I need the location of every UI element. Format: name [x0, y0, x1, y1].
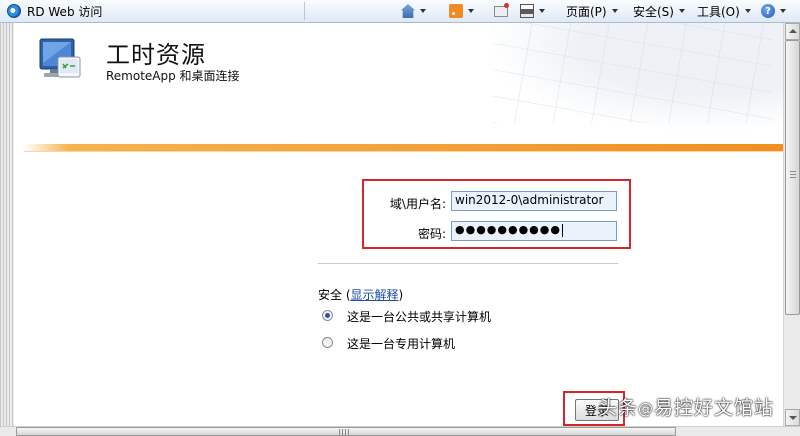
tab-divider	[304, 2, 305, 20]
print-button[interactable]	[520, 0, 545, 22]
help-button[interactable]: ?	[761, 0, 786, 22]
private-computer-label: 这是一台专用计算机	[347, 337, 456, 351]
safety-menu-label: 安全(S)	[633, 4, 674, 19]
show-explanation-link[interactable]: 显示解释	[351, 288, 399, 302]
page-left-border	[0, 23, 14, 426]
browser-tab[interactable]: RD Web 访问	[0, 0, 300, 22]
security-label-close: )	[398, 288, 404, 302]
rss-feed-icon	[449, 4, 463, 18]
public-computer-label: 这是一台公共或共享计算机	[347, 310, 492, 324]
safety-menu[interactable]: 安全(S)	[633, 0, 685, 22]
rss-feed-button[interactable]	[449, 0, 474, 22]
username-label: 域\用户名:	[389, 197, 446, 211]
chevron-down-icon	[678, 9, 685, 13]
page-menu-label: 页面(P)	[566, 4, 607, 19]
page-menu[interactable]: 页面(P)	[566, 0, 618, 22]
password-label: 密码:	[417, 227, 446, 241]
web-page: 工时资源 RemoteApp 和桌面连接 域\用户名: win2012-0\ad…	[0, 23, 783, 426]
browser-tab-title: RD Web 访问	[27, 4, 103, 19]
horizontal-scrollbar[interactable]	[0, 426, 800, 436]
print-icon	[520, 4, 534, 18]
chevron-down-icon	[539, 9, 545, 13]
form-divider	[318, 263, 618, 264]
help-icon: ?	[761, 4, 775, 18]
scroll-down-arrow[interactable]	[785, 409, 800, 426]
chevron-down-icon	[744, 9, 751, 13]
horizontal-scroll-thumb[interactable]	[16, 427, 676, 436]
scroll-up-arrow[interactable]	[785, 23, 800, 40]
read-mail-icon	[494, 2, 509, 17]
chevron-down-icon	[611, 9, 618, 13]
security-heading: 安全 (显示解释)	[318, 286, 403, 303]
scroll-thumb-grip	[790, 171, 796, 179]
chevron-down-icon	[468, 9, 474, 13]
vertical-scrollbar[interactable]	[783, 23, 800, 426]
browser-command-bar: RD Web 访问 页面(P) 安全(S) 工具(O) ?	[0, 0, 800, 23]
watermark-overlay: 头条@易控好文馆站	[598, 393, 774, 420]
remoteapp-monitor-icon	[39, 38, 81, 78]
internet-explorer-icon	[7, 4, 21, 18]
page-subtitle: RemoteApp 和桌面连接	[106, 69, 240, 83]
chevron-down-icon	[780, 9, 786, 13]
chevron-down-icon	[420, 9, 426, 13]
tools-menu-label: 工具(O)	[697, 4, 740, 19]
read-mail-button[interactable]	[494, 0, 509, 22]
home-button[interactable]	[401, 0, 426, 22]
globe-grid-decoration	[493, 23, 773, 123]
password-input[interactable]: ●●●●●●●●●●	[451, 221, 617, 241]
home-icon	[401, 4, 415, 18]
tools-menu[interactable]: 工具(O)	[697, 0, 751, 22]
security-label: 安全 (	[318, 288, 351, 302]
username-input[interactable]: win2012-0\administrator	[451, 191, 617, 211]
public-computer-radio[interactable]	[322, 310, 333, 321]
vertical-scroll-thumb[interactable]	[785, 40, 800, 315]
watermark-at: @	[638, 400, 655, 418]
page-title: 工时资源	[106, 41, 206, 69]
watermark-name: 易控好文馆站	[654, 397, 775, 419]
scroll-thumb-grip	[339, 429, 349, 435]
private-computer-radio[interactable]	[322, 337, 333, 348]
watermark-prefix: 头条	[598, 397, 639, 419]
header-orange-divider	[24, 144, 783, 152]
